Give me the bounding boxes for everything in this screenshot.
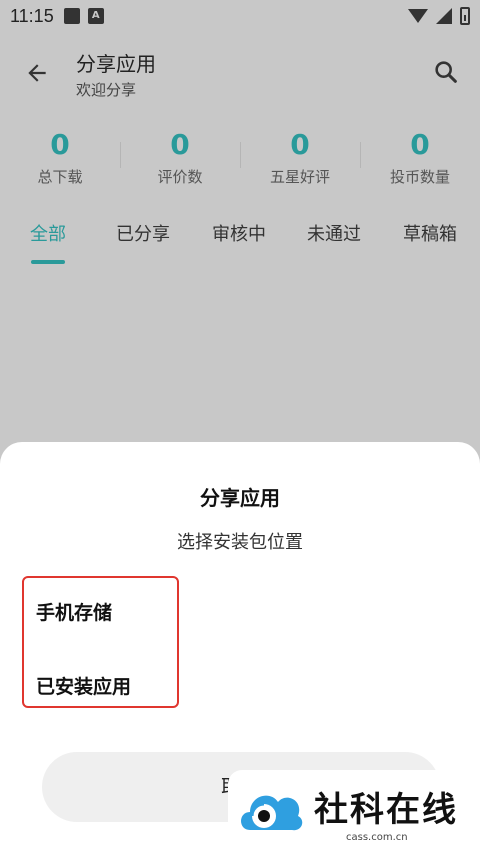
tab-bar: 全部 已分享 审核中 未通过 草稿箱	[0, 214, 480, 268]
tab-reviewing[interactable]: 审核中	[212, 214, 266, 252]
status-bar: 11:15 A	[0, 0, 480, 32]
watermark: 社科在线 cass.com.cn	[228, 770, 480, 853]
tab-label: 已分享	[116, 224, 170, 245]
stat-label: 投币数量	[389, 168, 450, 186]
stats-row: 0 总下载 0 评价数 0 五星好评 0 投币数量	[0, 128, 480, 192]
stat-downloads: 0 总下载	[0, 128, 120, 192]
page-title: 分享应用	[76, 52, 156, 76]
app-bar: 分享应用 欢迎分享	[0, 40, 480, 104]
tab-rejected[interactable]: 未通过	[307, 214, 361, 252]
sheet-title: 分享应用	[200, 486, 280, 510]
tab-label: 全部	[30, 224, 66, 245]
a-notification-icon: A	[87, 8, 104, 24]
tab-drafts[interactable]: 草稿箱	[403, 214, 457, 252]
battery-icon	[460, 7, 470, 25]
cloud-eye-logo-icon	[241, 795, 303, 831]
signal-icon	[436, 8, 452, 24]
stat-value: 0	[170, 128, 190, 161]
stat-five-star: 0 五星好评	[240, 128, 360, 192]
watermark-domain: cass.com.cn	[346, 832, 408, 843]
stat-value: 0	[50, 128, 70, 161]
highlight-box: 手机存储 已安装应用	[22, 576, 179, 708]
stat-value: 0	[290, 128, 310, 161]
search-icon[interactable]	[432, 58, 460, 86]
active-tab-indicator	[31, 260, 65, 264]
stat-value: 0	[410, 128, 430, 161]
image-notification-icon	[63, 8, 80, 24]
wifi-icon	[408, 9, 428, 23]
header-titles: 分享应用 欢迎分享	[76, 48, 156, 100]
option-phone-storage[interactable]: 手机存储	[36, 598, 112, 625]
stat-reviews: 0 评价数	[120, 128, 240, 192]
option-installed-apps[interactable]: 已安装应用	[36, 672, 131, 699]
stat-coins: 0 投币数量	[360, 128, 480, 192]
stat-label: 评价数	[157, 168, 203, 186]
watermark-text: 社科在线	[314, 790, 458, 830]
tab-label: 草稿箱	[403, 224, 457, 245]
status-time: 11:15	[10, 5, 54, 26]
tab-shared[interactable]: 已分享	[116, 214, 170, 252]
back-arrow-icon[interactable]	[24, 60, 50, 86]
sheet-subtitle: 选择安装包位置	[177, 532, 303, 553]
page-subtitle: 欢迎分享	[76, 81, 137, 99]
tab-all[interactable]: 全部	[30, 214, 66, 264]
stat-label: 总下载	[37, 168, 83, 186]
stat-label: 五星好评	[269, 168, 330, 186]
tab-label: 未通过	[307, 224, 361, 245]
tab-label: 审核中	[212, 224, 266, 245]
